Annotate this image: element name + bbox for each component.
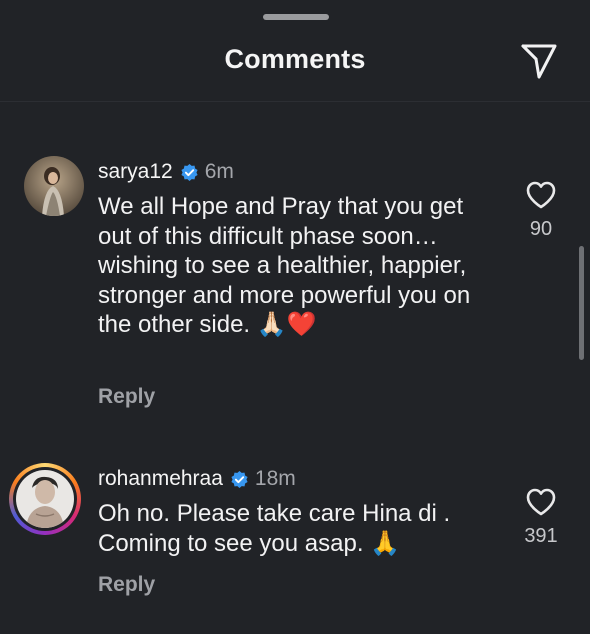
- heart-outline-icon[interactable]: [525, 487, 557, 517]
- avatar-image: [16, 470, 74, 528]
- comment-username[interactable]: sarya12: [98, 160, 173, 184]
- paper-plane-icon: [521, 44, 557, 79]
- like-column: 90: [506, 180, 576, 241]
- like-count: 90: [529, 218, 553, 240]
- like-count: 391: [524, 525, 558, 547]
- verified-badge-icon: [231, 470, 248, 488]
- comment-timestamp: 6m: [204, 160, 234, 183]
- heart-outline-icon[interactable]: [525, 180, 557, 210]
- avatar[interactable]: [9, 463, 81, 535]
- comment-username[interactable]: rohanmehraa: [98, 467, 223, 491]
- comment-header: sarya12 6m: [98, 160, 234, 184]
- header-divider: [0, 101, 590, 102]
- comment-header: rohanmehraa 18m: [98, 467, 296, 491]
- comment-text: We all Hope and Pray that you get out of…: [98, 193, 471, 338]
- share-button[interactable]: [514, 38, 564, 84]
- sheet-grab-handle[interactable]: [263, 14, 329, 20]
- avatar-image: [24, 156, 84, 216]
- comments-sheet: Comments sarya12 6m We all Hope and Pray…: [0, 0, 590, 634]
- comment-text: Oh no. Please take care Hina di . Coming…: [98, 500, 451, 557]
- avatar[interactable]: [24, 156, 84, 216]
- comment-timestamp: 18m: [254, 467, 296, 490]
- like-column: 391: [506, 487, 576, 548]
- verified-badge-icon: [181, 163, 198, 181]
- reply-button[interactable]: Reply: [98, 573, 155, 597]
- page-title: Comments: [224, 44, 366, 74]
- scrollbar[interactable]: [579, 246, 584, 360]
- reply-button[interactable]: Reply: [98, 385, 155, 409]
- avatar-story-ring: [13, 467, 77, 531]
